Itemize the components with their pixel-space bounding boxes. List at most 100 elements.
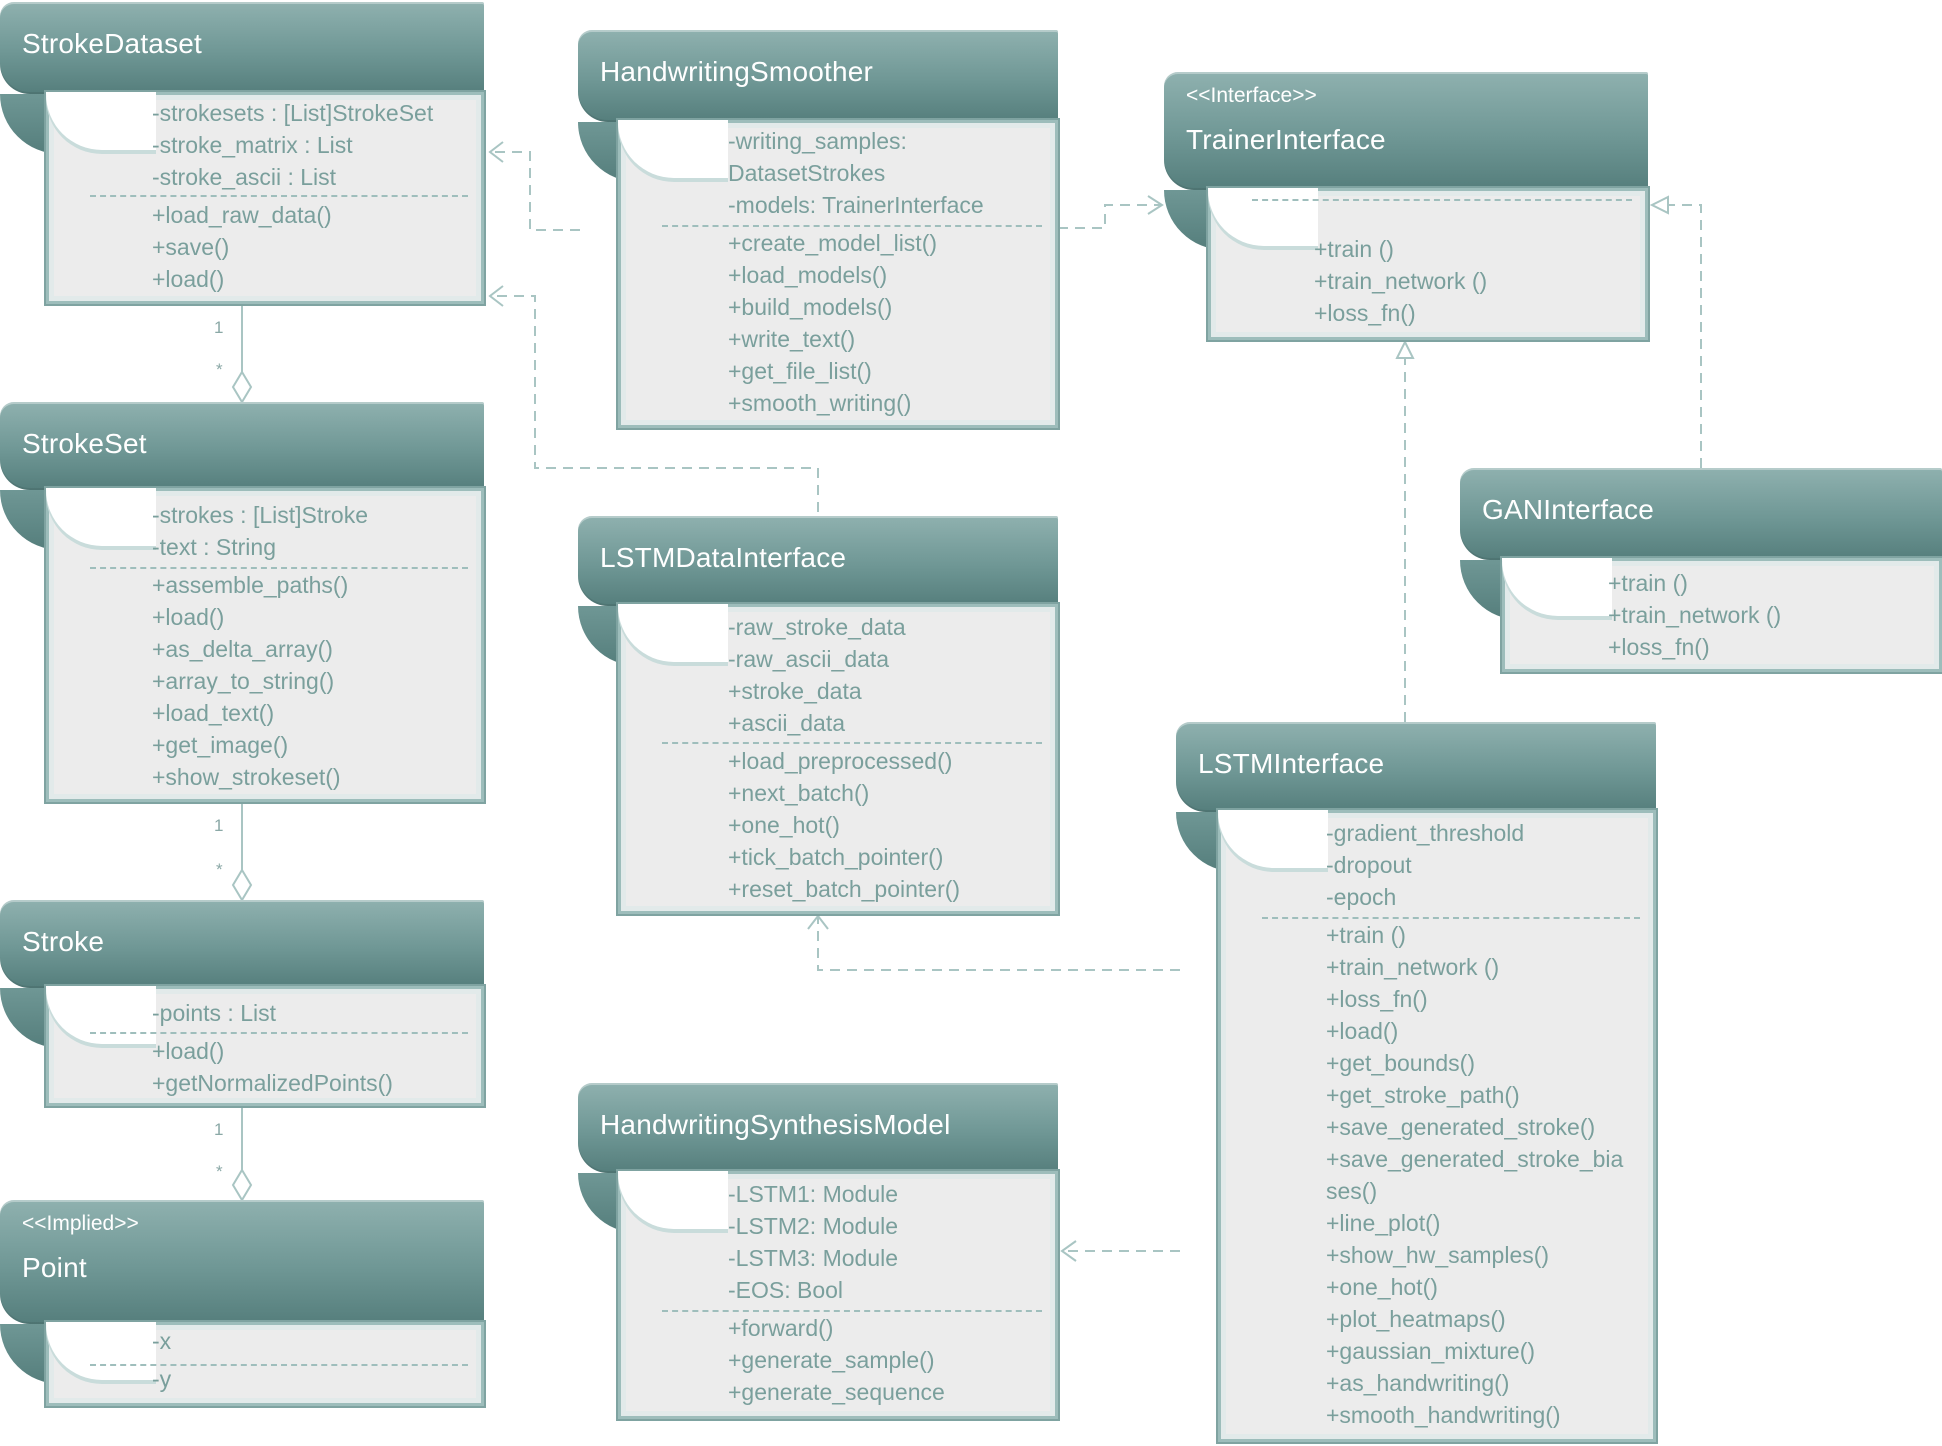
class-attribute: -gradient_threshold xyxy=(1326,820,1525,846)
class-method: +next_batch() xyxy=(728,780,870,806)
class-method: +as_handwriting() xyxy=(1326,1370,1510,1396)
class-method: +generate_sequence xyxy=(728,1379,945,1405)
class-attribute: -strokesets : [List]StrokeSet xyxy=(152,100,434,126)
class-attribute: -strokes : [List]Stroke xyxy=(152,502,369,528)
class-method: +get_bounds() xyxy=(1326,1050,1475,1076)
edge-smoother-to-dataset xyxy=(490,151,580,231)
class-point[interactable]: <<Implied>> Point xyxy=(0,1200,484,1406)
aggregation-diamond-3 xyxy=(231,1168,253,1202)
class-attribute: -dropout xyxy=(1326,852,1412,878)
class-name: LSTMDataInterface xyxy=(600,542,847,573)
compartment-separator xyxy=(90,1364,468,1366)
class-header: HandwritingSynthesisModel xyxy=(578,1083,1058,1233)
class-attribute: +ascii_data xyxy=(728,710,845,736)
multiplicity-one: 1 xyxy=(214,1120,224,1139)
class-method: +train () xyxy=(1326,922,1406,948)
class-method: +get_stroke_path() xyxy=(1326,1082,1520,1108)
class-name: GANInterface xyxy=(1482,494,1655,525)
class-method: +one_hot() xyxy=(728,812,840,838)
class-method: +save_generated_stroke() xyxy=(1326,1114,1596,1140)
class-header: LSTMInterface xyxy=(1176,722,1656,872)
class-attribute: -stroke_matrix : List xyxy=(152,132,353,158)
class-method: +show_strokeset() xyxy=(152,764,341,790)
compartment-separator xyxy=(90,1032,468,1034)
class-method: +load_raw_data() xyxy=(152,202,332,228)
class-attribute: -EOS: Bool xyxy=(728,1277,844,1303)
class-name: Point xyxy=(22,1252,87,1283)
class-attribute: -text : String xyxy=(152,534,276,560)
class-method: +train () xyxy=(1314,236,1394,262)
compartment-separator xyxy=(90,195,468,197)
class-method: +loss_fn() xyxy=(1326,986,1428,1012)
class-attribute: -epoch xyxy=(1326,884,1397,910)
class-method: +load() xyxy=(152,266,225,292)
class-attribute: -LSTM2: Module xyxy=(728,1213,899,1239)
multiplicity-one: 1 xyxy=(214,318,224,337)
class-method: +show_hw_samples() xyxy=(1326,1242,1550,1268)
compartment-separator xyxy=(662,225,1042,227)
class-method: +generate_sample() xyxy=(728,1347,935,1373)
class-method: +assemble_paths() xyxy=(152,572,349,598)
class-method: +smooth_handwriting() xyxy=(1326,1402,1561,1428)
class-method: +train () xyxy=(1608,570,1688,596)
class-attribute: -writing_samples: xyxy=(728,128,907,154)
arrowhead-synthesis xyxy=(1060,1240,1077,1262)
class-stereotype: <<Interface>> xyxy=(1186,84,1317,107)
realization-triangle-gan xyxy=(1649,195,1669,215)
class-method: +load() xyxy=(152,604,225,630)
compartment-separator xyxy=(90,567,468,569)
class-header: <<Interface>> TrainerInterface xyxy=(1164,72,1648,250)
edge-gan-to-trainer xyxy=(1652,204,1702,468)
class-method: +load() xyxy=(1326,1018,1399,1044)
class-header: LSTMDataInterface xyxy=(578,516,1058,666)
class-body xyxy=(1208,188,1648,340)
multiplicity-many: * xyxy=(216,1162,223,1181)
arrowhead-dataset-1 xyxy=(488,141,504,163)
edge-smoother-to-trainer xyxy=(1058,204,1162,229)
class-header: <<Implied>> Point xyxy=(0,1200,484,1384)
class-method: +loss_fn() xyxy=(1608,634,1710,660)
class-attribute: -LSTM1: Module xyxy=(728,1181,899,1207)
arrowhead-datainterface xyxy=(807,914,829,930)
class-method: ses() xyxy=(1326,1178,1378,1204)
class-method: +create_model_list() xyxy=(728,230,938,256)
class-method: +gaussian_mixture() xyxy=(1326,1338,1536,1364)
class-attribute: -LSTM3: Module xyxy=(728,1245,899,1271)
class-header: HandwritingSmoother xyxy=(578,30,1058,182)
class-method: +write_text() xyxy=(728,326,856,352)
class-attribute: -raw_stroke_data xyxy=(728,614,906,640)
compartment-separator xyxy=(1262,917,1640,919)
multiplicity-many: * xyxy=(216,860,223,879)
class-stereotype: <<Implied>> xyxy=(22,1212,139,1235)
class-method: +line_plot() xyxy=(1326,1210,1441,1236)
class-method: +save() xyxy=(152,234,230,260)
class-header: GANInterface xyxy=(1460,468,1942,620)
class-method: +one_hot() xyxy=(1326,1274,1438,1300)
multiplicity-many: * xyxy=(216,360,223,379)
class-method: +train_network () xyxy=(1608,602,1782,628)
class-name: StrokeSet xyxy=(22,428,147,459)
aggregation-diamond-1 xyxy=(231,370,253,404)
edge-lstm-to-datainterface xyxy=(817,916,1180,971)
class-method: +load_text() xyxy=(152,700,275,726)
class-method: +get_image() xyxy=(152,732,289,758)
class-method: +tick_batch_pointer() xyxy=(728,844,944,870)
class-attribute: DatasetStrokes xyxy=(728,160,886,186)
arrowhead-trainer-1 xyxy=(1147,195,1164,215)
class-method: +build_models() xyxy=(728,294,893,320)
class-name: TrainerInterface xyxy=(1186,124,1386,155)
class-method: +smooth_writing() xyxy=(728,390,912,416)
class-attribute: -points : List xyxy=(152,1000,276,1026)
class-method: +load_models() xyxy=(728,262,888,288)
class-method: +plot_heatmaps() xyxy=(1326,1306,1506,1332)
compartment-separator xyxy=(662,742,1042,744)
class-header: Stroke xyxy=(0,900,484,1048)
class-name: StrokeDataset xyxy=(22,28,203,59)
class-method: +save_generated_stroke_bia xyxy=(1326,1146,1624,1172)
class-name: HandwritingSmoother xyxy=(600,56,874,87)
class-method: +as_delta_array() xyxy=(152,636,333,662)
arrowhead-dataset-2 xyxy=(488,285,504,307)
class-attribute: +stroke_data xyxy=(728,678,862,704)
multiplicity-one: 1 xyxy=(214,816,224,835)
class-method: +train_network () xyxy=(1314,268,1488,294)
